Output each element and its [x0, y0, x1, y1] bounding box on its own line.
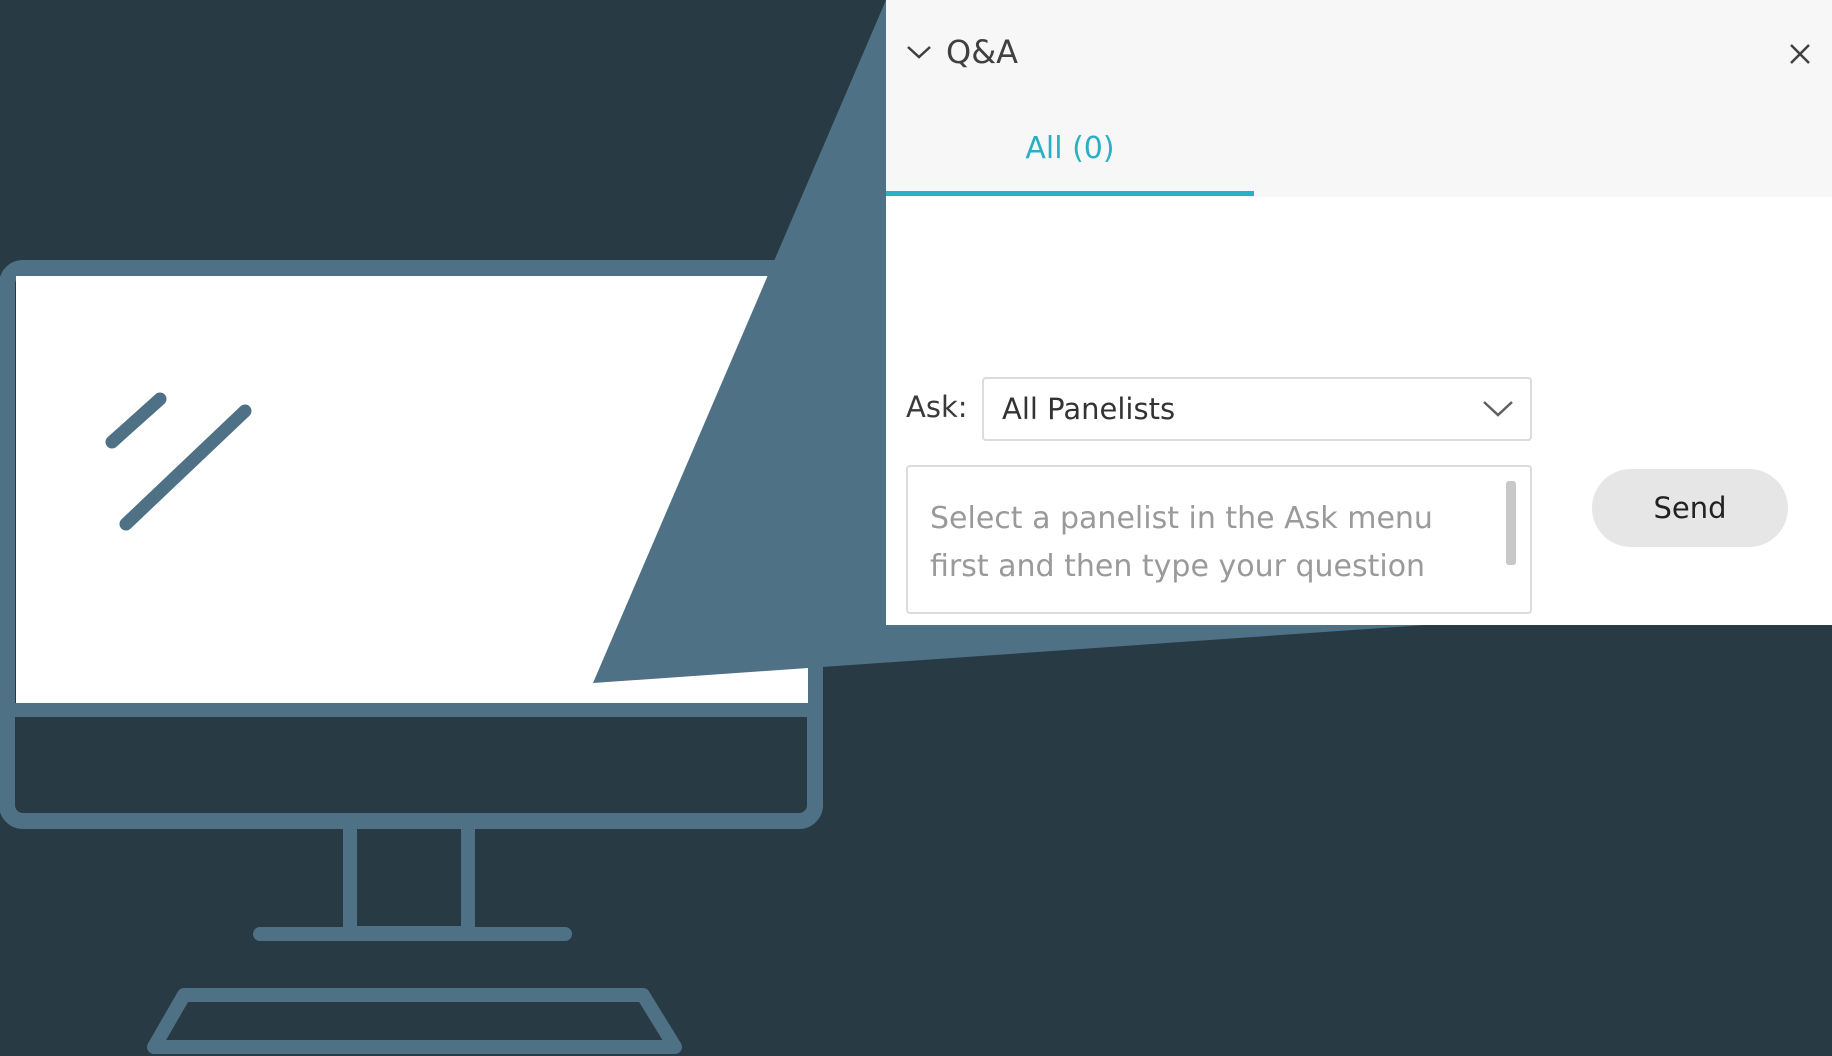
monitor-stand-neck: [343, 814, 475, 940]
collapse-button[interactable]: [904, 37, 934, 67]
ask-selected-value: All Panelists: [1002, 392, 1176, 426]
tab-all-label: All (0): [1025, 131, 1115, 166]
chevron-down-icon: [1483, 401, 1513, 417]
qa-panel: Q&A All (0) Ask: All Panelists Select a …: [886, 0, 1832, 625]
question-scrollbar[interactable]: [1506, 481, 1516, 565]
qa-header: Q&A All (0): [886, 0, 1832, 197]
qa-title-row: Q&A: [904, 26, 1832, 78]
tab-all[interactable]: All (0): [886, 120, 1254, 197]
question-placeholder: Select a panelist in the Ask menu first …: [930, 501, 1433, 584]
chevron-down-icon: [907, 46, 931, 59]
ask-recipient-dropdown[interactable]: All Panelists: [982, 377, 1532, 441]
close-icon: [1790, 44, 1810, 64]
tab-selected-indicator: [886, 191, 1254, 196]
panel-title: Q&A: [946, 33, 1019, 71]
question-input[interactable]: Select a panelist in the Ask menu first …: [906, 465, 1532, 614]
send-button[interactable]: Send: [1592, 469, 1788, 547]
keyboard: [147, 988, 682, 1054]
close-button[interactable]: [1780, 34, 1820, 74]
ask-label: Ask:: [906, 390, 968, 424]
